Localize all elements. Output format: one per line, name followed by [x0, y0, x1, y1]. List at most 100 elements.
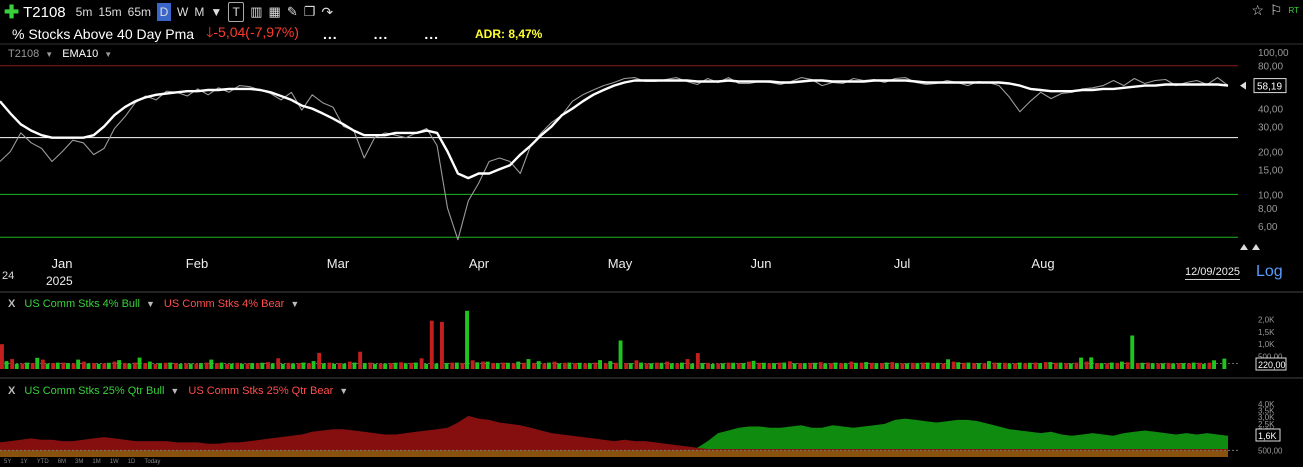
realtime-badge: RT: [1288, 6, 1299, 15]
bear-bar: [501, 362, 506, 369]
bear-bar: [143, 363, 148, 369]
bear-bar: [685, 359, 690, 369]
bull-bar: [444, 363, 449, 369]
hidden-field-2: ...: [373, 26, 389, 42]
timeframe-weekly[interactable]: W: [177, 3, 188, 21]
bull-bar: [454, 362, 459, 369]
ema-label[interactable]: EMA10: [62, 48, 98, 60]
qtr-y-tick-label: 500,00: [1258, 446, 1283, 455]
bear-bar: [1054, 362, 1058, 369]
bull-bar: [199, 363, 203, 369]
symbol-label[interactable]: T2108: [23, 4, 66, 21]
log-scale-button[interactable]: Log: [1256, 263, 1283, 281]
bull-bar: [280, 363, 285, 369]
bull-bar: [720, 363, 725, 369]
bull-bar: [250, 363, 255, 369]
timeframe-dropdown-icon[interactable]: ▼: [210, 3, 222, 21]
bull-bar: [1150, 363, 1155, 369]
toolbar: ✚ T2108 5m 15m 65m D W M ▼ T ▥ ▦ ✎ ❐ ↷ ☆…: [0, 0, 1303, 24]
pencil-icon[interactable]: ✎: [287, 3, 298, 21]
bull-bar: [413, 362, 418, 369]
x-tick-label: Mar: [327, 256, 350, 271]
calculator-icon[interactable]: ▦: [269, 3, 281, 21]
timeframe-65m[interactable]: 65m: [128, 3, 151, 21]
year-label: 2025: [46, 274, 73, 288]
bear-bar: [163, 362, 168, 369]
bear-bar: [174, 363, 178, 369]
bear-bar: [194, 363, 199, 369]
bear-bar: [767, 363, 772, 369]
bull-bar: [987, 361, 991, 369]
flag-icon[interactable]: ⚐: [1270, 2, 1283, 19]
star-icon[interactable]: ☆: [1251, 2, 1264, 19]
range-button-today[interactable]: Today: [144, 459, 160, 465]
range-button-1w[interactable]: 1W: [110, 459, 119, 465]
bear-bar: [1135, 363, 1140, 369]
bear-bar: [399, 362, 403, 369]
x-tick-label: May: [608, 256, 633, 271]
bar-chart-icon[interactable]: ▥: [250, 3, 262, 21]
bear-bar: [1043, 362, 1048, 369]
y-tick-label: 10,00: [1258, 190, 1283, 201]
qtr-y-tick-label: 1,6K: [1258, 432, 1275, 441]
bear-bar: [624, 363, 629, 369]
bull-bar: [567, 362, 572, 369]
bull-bar: [96, 363, 101, 369]
timeframe-5m[interactable]: 5m: [76, 3, 93, 21]
alt-label[interactable]: 24: [2, 270, 14, 282]
bear-bar: [184, 363, 189, 369]
bull-series-label[interactable]: US Comm Stks 4% Bull: [24, 298, 140, 310]
qtr-close-button[interactable]: X: [8, 385, 15, 397]
text-tool-icon[interactable]: T: [228, 2, 245, 22]
bull-bar: [229, 363, 234, 369]
timeframe-daily[interactable]: D: [157, 3, 171, 21]
date-readout: 12/09/2025: [1185, 266, 1241, 280]
instrument-title: % Stocks Above 40 Day Pma: [12, 26, 195, 42]
ema-dropdown-icon[interactable]: ▼: [104, 50, 112, 59]
bear-bar: [276, 358, 281, 369]
bear-bar: [419, 358, 424, 369]
qtr-bear-dropdown-icon[interactable]: ▼: [339, 386, 348, 396]
range-button-1m[interactable]: 1M: [92, 459, 100, 465]
range-button-3m[interactable]: 3M: [75, 459, 83, 465]
bull-bar: [1017, 362, 1022, 369]
bear-series-label[interactable]: US Comm Stks 4% Bear: [164, 298, 284, 310]
bull-bar: [731, 362, 736, 369]
bull-dropdown-icon[interactable]: ▼: [146, 299, 155, 309]
bull-bar: [649, 363, 654, 369]
qtr-bear-series-label[interactable]: US Comm Stks 25% Qtr Bear: [188, 385, 333, 397]
bear-bar: [245, 363, 250, 369]
bull-bar: [925, 362, 930, 369]
range-button-5y[interactable]: 5Y: [4, 459, 11, 465]
bear-bar: [798, 363, 803, 369]
timeframe-monthly[interactable]: M: [194, 3, 204, 21]
timeframe-15m[interactable]: 15m: [98, 3, 121, 21]
bear-bar: [542, 363, 547, 369]
y-tick-label: 40,00: [1258, 105, 1283, 116]
bull-bar: [577, 362, 582, 369]
qtr-bull-dropdown-icon[interactable]: ▼: [170, 386, 179, 396]
bull-bar: [332, 363, 336, 369]
plus-icon[interactable]: ✚: [4, 3, 19, 21]
range-button-1y[interactable]: 1Y: [20, 459, 27, 465]
bear-bar: [460, 363, 465, 369]
bear-bar: [153, 363, 158, 369]
y-tick-label: 100,00: [1258, 48, 1289, 59]
range-button-ytd[interactable]: YTD: [37, 459, 49, 465]
bull-bar: [1099, 363, 1104, 369]
qtr-bull-series-label[interactable]: US Comm Stks 25% Qtr Bull: [24, 385, 164, 397]
bear-dropdown-icon[interactable]: ▼: [290, 299, 299, 309]
y-tick-label: 60,00: [1258, 79, 1283, 90]
bull-bar: [465, 310, 469, 369]
bear-bar: [317, 352, 322, 369]
symbol-dropdown-icon[interactable]: ▼: [45, 50, 53, 59]
share-arrow-icon[interactable]: ↷: [321, 3, 333, 21]
bull-bar: [894, 363, 899, 369]
notes-icon[interactable]: ❐: [304, 3, 316, 21]
bull-bar: [1140, 362, 1145, 369]
volume-close-button[interactable]: X: [8, 298, 15, 310]
range-button-1d[interactable]: 1D: [128, 459, 136, 465]
range-button-6m[interactable]: 6M: [58, 459, 66, 465]
bull-bar: [352, 362, 357, 369]
bear-bar: [839, 363, 843, 369]
